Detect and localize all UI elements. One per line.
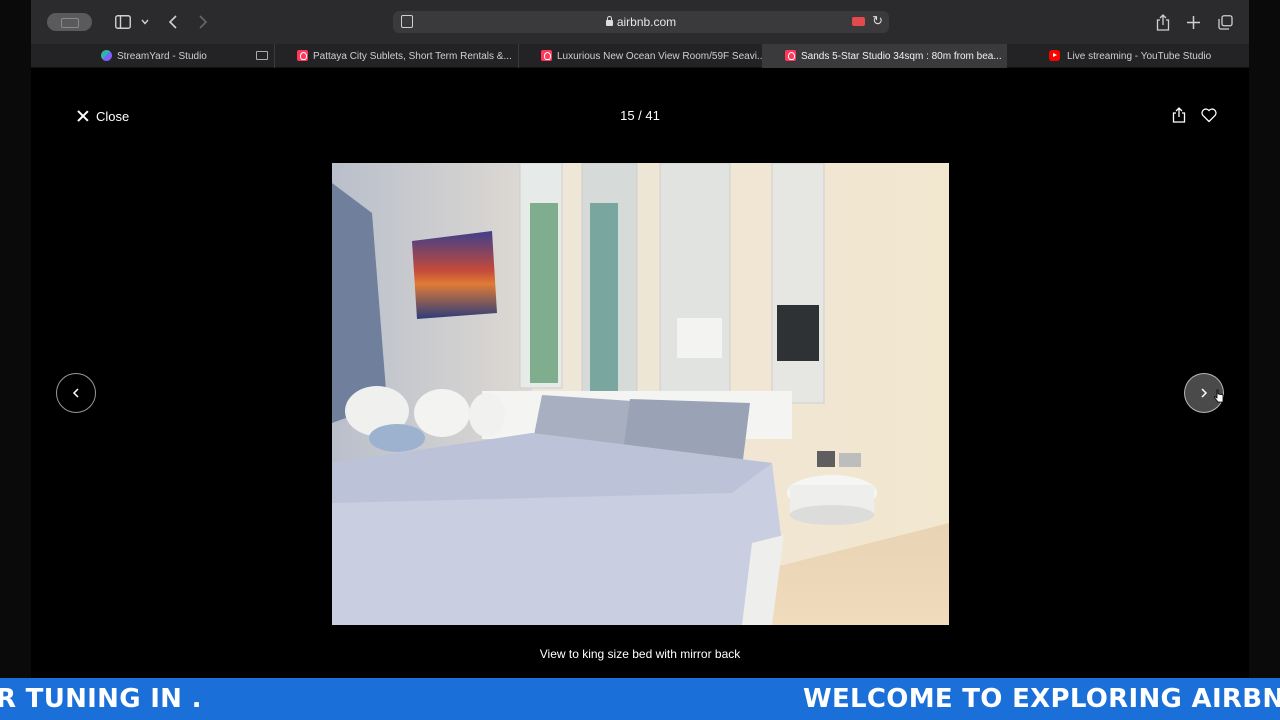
close-button[interactable]: Close <box>77 107 129 125</box>
cast-icon[interactable] <box>256 51 268 60</box>
back-button[interactable] <box>163 12 183 32</box>
forward-button[interactable] <box>193 12 213 32</box>
tab-youtube-studio[interactable]: Live streaming - YouTube Studio <box>1007 44 1249 68</box>
tab-title: Sands 5-Star Studio 34sqm : 80m from bea… <box>801 50 1002 62</box>
youtube-icon <box>1049 50 1060 61</box>
previous-photo-button[interactable] <box>56 373 96 413</box>
listing-photo <box>332 163 949 625</box>
airbnb-icon <box>297 50 308 61</box>
tab-ocean-view-room[interactable]: Luxurious New Ocean View Room/59F Seavi.… <box>519 44 763 68</box>
share-button[interactable] <box>1170 106 1188 124</box>
chevron-left-icon <box>72 388 79 398</box>
save-button[interactable] <box>1200 106 1218 124</box>
tab-title: Luxurious New Ocean View Room/59F Seavi.… <box>557 50 763 62</box>
ticker-text-left: R TUNING IN . <box>0 684 202 714</box>
tab-pattaya-sublets[interactable]: Pattaya City Sublets, Short Term Rentals… <box>275 44 519 68</box>
close-icon <box>77 110 89 122</box>
tab-title: Pattaya City Sublets, Short Term Rentals… <box>313 50 512 62</box>
chevron-right-icon <box>1201 388 1208 398</box>
tab-streamyard[interactable]: StreamYard - Studio <box>31 44 275 68</box>
close-label: Close <box>96 108 130 124</box>
window-controls[interactable] <box>47 13 92 31</box>
heart-icon <box>1201 108 1217 123</box>
share-icon[interactable] <box>1153 12 1173 32</box>
airbnb-icon <box>785 50 796 61</box>
tab-title: StreamYard - Studio <box>117 50 207 62</box>
url-text: airbnb.com <box>616 15 677 29</box>
streamyard-icon <box>101 50 112 61</box>
chevron-down-icon[interactable] <box>135 12 155 32</box>
reload-icon[interactable]: ↻ <box>872 13 883 29</box>
lock-icon <box>605 16 613 26</box>
new-tab-icon[interactable] <box>1183 12 1203 32</box>
photo-caption: View to king size bed with mirror back <box>539 647 741 661</box>
sidebar-toggle-icon[interactable] <box>113 12 133 32</box>
bedroom-photo-image <box>332 163 949 625</box>
ticker-text-right: WELCOME TO EXPLORING AIRBNBS F <box>803 684 1280 714</box>
tab-overview-icon[interactable] <box>1215 12 1235 32</box>
tab-title: Live streaming - YouTube Studio <box>1067 50 1212 62</box>
airbnb-icon <box>541 50 552 61</box>
mouse-cursor-icon <box>1214 389 1224 403</box>
tab-sands-studio[interactable]: Sands 5-Star Studio 34sqm : 80m from bea… <box>763 44 1007 68</box>
share-icon <box>1172 107 1186 123</box>
stream-ticker-banner: R TUNING IN . WELCOME TO EXPLORING AIRBN… <box>0 678 1280 720</box>
recording-icon[interactable] <box>852 17 865 26</box>
address-bar[interactable]: airbnb.com ↻ <box>393 11 889 33</box>
photo-counter: 15 / 41 <box>620 108 660 123</box>
browser-toolbar: airbnb.com ↻ <box>31 0 1249 44</box>
